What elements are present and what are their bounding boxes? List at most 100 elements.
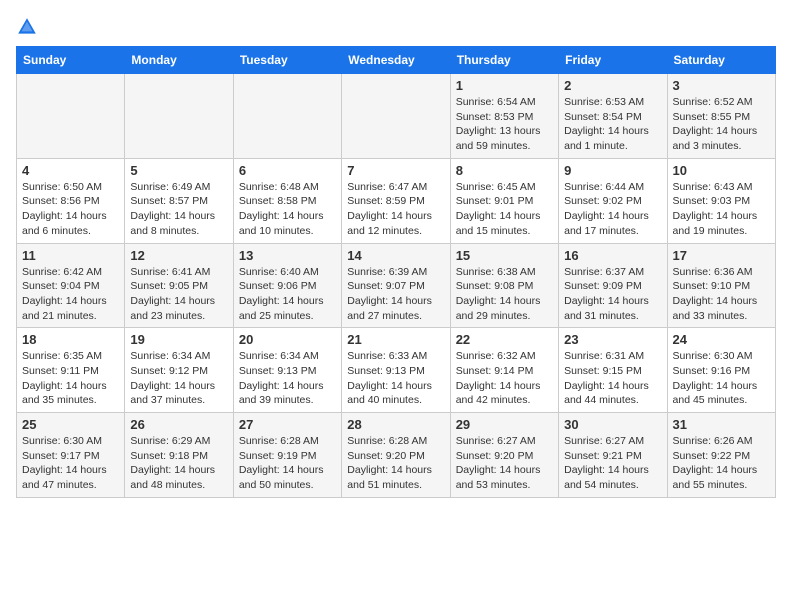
day-info: Sunrise: 6:37 AM Sunset: 9:09 PM Dayligh…: [564, 265, 661, 324]
day-info: Sunrise: 6:27 AM Sunset: 9:20 PM Dayligh…: [456, 434, 553, 493]
day-info: Sunrise: 6:39 AM Sunset: 9:07 PM Dayligh…: [347, 265, 444, 324]
day-number: 1: [456, 78, 553, 93]
day-number: 12: [130, 248, 227, 263]
day-number: 3: [673, 78, 770, 93]
calendar-cell: [125, 74, 233, 159]
day-number: 19: [130, 332, 227, 347]
day-of-week-header: Tuesday: [233, 47, 341, 74]
calendar-cell: 20 Sunrise: 6:34 AM Sunset: 9:13 PM Dayli…: [233, 328, 341, 413]
day-number: 21: [347, 332, 444, 347]
calendar-cell: 25 Sunrise: 6:30 AM Sunset: 9:17 PM Dayli…: [17, 413, 125, 498]
day-of-week-header: Wednesday: [342, 47, 450, 74]
day-info: Sunrise: 6:36 AM Sunset: 9:10 PM Dayligh…: [673, 265, 770, 324]
day-info: Sunrise: 6:47 AM Sunset: 8:59 PM Dayligh…: [347, 180, 444, 239]
calendar-cell: 5 Sunrise: 6:49 AM Sunset: 8:57 PM Daylig…: [125, 158, 233, 243]
day-number: 22: [456, 332, 553, 347]
day-number: 9: [564, 163, 661, 178]
day-info: Sunrise: 6:38 AM Sunset: 9:08 PM Dayligh…: [456, 265, 553, 324]
calendar-cell: 10Sunrise: 6:43 AM Sunset: 9:03 PM Dayli…: [667, 158, 775, 243]
calendar-cell: [17, 74, 125, 159]
day-info: Sunrise: 6:40 AM Sunset: 9:06 PM Dayligh…: [239, 265, 336, 324]
day-number: 13: [239, 248, 336, 263]
day-number: 25: [22, 417, 119, 432]
day-info: Sunrise: 6:54 AM Sunset: 8:53 PM Dayligh…: [456, 95, 553, 154]
calendar-week-row: 1 Sunrise: 6:54 AM Sunset: 8:53 PM Daylig…: [17, 74, 776, 159]
calendar-cell: 26Sunrise: 6:29 AM Sunset: 9:18 PM Dayli…: [125, 413, 233, 498]
day-info: Sunrise: 6:28 AM Sunset: 9:20 PM Dayligh…: [347, 434, 444, 493]
calendar-cell: [233, 74, 341, 159]
calendar-cell: 7Sunrise: 6:47 AM Sunset: 8:59 PM Daylig…: [342, 158, 450, 243]
day-info: Sunrise: 6:44 AM Sunset: 9:02 PM Dayligh…: [564, 180, 661, 239]
calendar-cell: 22 Sunrise: 6:32 AM Sunset: 9:14 PM Dayli…: [450, 328, 558, 413]
day-number: 14: [347, 248, 444, 263]
day-info: Sunrise: 6:27 AM Sunset: 9:21 PM Dayligh…: [564, 434, 661, 493]
day-info: Sunrise: 6:49 AM Sunset: 8:57 PM Dayligh…: [130, 180, 227, 239]
day-info: Sunrise: 6:30 AM Sunset: 9:17 PM Dayligh…: [22, 434, 119, 493]
day-of-week-header: Sunday: [17, 47, 125, 74]
day-info: Sunrise: 6:29 AM Sunset: 9:18 PM Dayligh…: [130, 434, 227, 493]
calendar-cell: 28Sunrise: 6:28 AM Sunset: 9:20 PM Dayli…: [342, 413, 450, 498]
calendar-cell: 14 Sunrise: 6:39 AM Sunset: 9:07 PM Dayli…: [342, 243, 450, 328]
calendar-cell: 6Sunrise: 6:48 AM Sunset: 8:58 PM Daylig…: [233, 158, 341, 243]
calendar-table: SundayMondayTuesdayWednesdayThursdayFrid…: [16, 46, 776, 498]
calendar-cell: 19 Sunrise: 6:34 AM Sunset: 9:12 PM Dayli…: [125, 328, 233, 413]
day-number: 29: [456, 417, 553, 432]
calendar-cell: 12 Sunrise: 6:41 AM Sunset: 9:05 PM Dayli…: [125, 243, 233, 328]
day-number: 15: [456, 248, 553, 263]
day-number: 2: [564, 78, 661, 93]
day-info: Sunrise: 6:30 AM Sunset: 9:16 PM Dayligh…: [673, 349, 770, 408]
day-number: 20: [239, 332, 336, 347]
days-of-week-row: SundayMondayTuesdayWednesdayThursdayFrid…: [17, 47, 776, 74]
page-header: [16, 16, 776, 38]
day-number: 5: [130, 163, 227, 178]
calendar-body: 1 Sunrise: 6:54 AM Sunset: 8:53 PM Daylig…: [17, 74, 776, 498]
day-number: 17: [673, 248, 770, 263]
day-info: Sunrise: 6:53 AM Sunset: 8:54 PM Dayligh…: [564, 95, 661, 154]
day-info: Sunrise: 6:45 AM Sunset: 9:01 PM Dayligh…: [456, 180, 553, 239]
calendar-cell: 8 Sunrise: 6:45 AM Sunset: 9:01 PM Daylig…: [450, 158, 558, 243]
day-info: Sunrise: 6:50 AM Sunset: 8:56 PM Dayligh…: [22, 180, 119, 239]
logo: [16, 16, 42, 38]
calendar-cell: 3 Sunrise: 6:52 AM Sunset: 8:55 PM Daylig…: [667, 74, 775, 159]
day-number: 23: [564, 332, 661, 347]
calendar-cell: 11 Sunrise: 6:42 AM Sunset: 9:04 PM Dayli…: [17, 243, 125, 328]
day-number: 30: [564, 417, 661, 432]
calendar-cell: 24Sunrise: 6:30 AM Sunset: 9:16 PM Dayli…: [667, 328, 775, 413]
day-info: Sunrise: 6:34 AM Sunset: 9:13 PM Dayligh…: [239, 349, 336, 408]
day-info: Sunrise: 6:41 AM Sunset: 9:05 PM Dayligh…: [130, 265, 227, 324]
calendar-week-row: 11 Sunrise: 6:42 AM Sunset: 9:04 PM Dayli…: [17, 243, 776, 328]
calendar-week-row: 18 Sunrise: 6:35 AM Sunset: 9:11 PM Dayli…: [17, 328, 776, 413]
calendar-cell: 18 Sunrise: 6:35 AM Sunset: 9:11 PM Dayli…: [17, 328, 125, 413]
day-number: 10: [673, 163, 770, 178]
day-info: Sunrise: 6:42 AM Sunset: 9:04 PM Dayligh…: [22, 265, 119, 324]
calendar-cell: 1 Sunrise: 6:54 AM Sunset: 8:53 PM Daylig…: [450, 74, 558, 159]
calendar-cell: 23 Sunrise: 6:31 AM Sunset: 9:15 PM Dayli…: [559, 328, 667, 413]
calendar-cell: 21Sunrise: 6:33 AM Sunset: 9:13 PM Dayli…: [342, 328, 450, 413]
calendar-cell: 30 Sunrise: 6:27 AM Sunset: 9:21 PM Dayli…: [559, 413, 667, 498]
calendar-cell: 9 Sunrise: 6:44 AM Sunset: 9:02 PM Daylig…: [559, 158, 667, 243]
day-of-week-header: Monday: [125, 47, 233, 74]
calendar-cell: 4 Sunrise: 6:50 AM Sunset: 8:56 PM Daylig…: [17, 158, 125, 243]
calendar-week-row: 4 Sunrise: 6:50 AM Sunset: 8:56 PM Daylig…: [17, 158, 776, 243]
day-of-week-header: Saturday: [667, 47, 775, 74]
day-number: 4: [22, 163, 119, 178]
logo-icon: [16, 16, 38, 38]
day-info: Sunrise: 6:34 AM Sunset: 9:12 PM Dayligh…: [130, 349, 227, 408]
day-of-week-header: Thursday: [450, 47, 558, 74]
calendar-week-row: 25 Sunrise: 6:30 AM Sunset: 9:17 PM Dayli…: [17, 413, 776, 498]
calendar-cell: 13 Sunrise: 6:40 AM Sunset: 9:06 PM Dayli…: [233, 243, 341, 328]
calendar-cell: [342, 74, 450, 159]
day-number: 6: [239, 163, 336, 178]
day-info: Sunrise: 6:52 AM Sunset: 8:55 PM Dayligh…: [673, 95, 770, 154]
calendar-cell: 31Sunrise: 6:26 AM Sunset: 9:22 PM Dayli…: [667, 413, 775, 498]
calendar-cell: 16Sunrise: 6:37 AM Sunset: 9:09 PM Dayli…: [559, 243, 667, 328]
day-info: Sunrise: 6:31 AM Sunset: 9:15 PM Dayligh…: [564, 349, 661, 408]
day-info: Sunrise: 6:35 AM Sunset: 9:11 PM Dayligh…: [22, 349, 119, 408]
day-info: Sunrise: 6:32 AM Sunset: 9:14 PM Dayligh…: [456, 349, 553, 408]
day-number: 11: [22, 248, 119, 263]
day-info: Sunrise: 6:26 AM Sunset: 9:22 PM Dayligh…: [673, 434, 770, 493]
day-number: 27: [239, 417, 336, 432]
day-info: Sunrise: 6:28 AM Sunset: 9:19 PM Dayligh…: [239, 434, 336, 493]
day-number: 8: [456, 163, 553, 178]
day-number: 18: [22, 332, 119, 347]
